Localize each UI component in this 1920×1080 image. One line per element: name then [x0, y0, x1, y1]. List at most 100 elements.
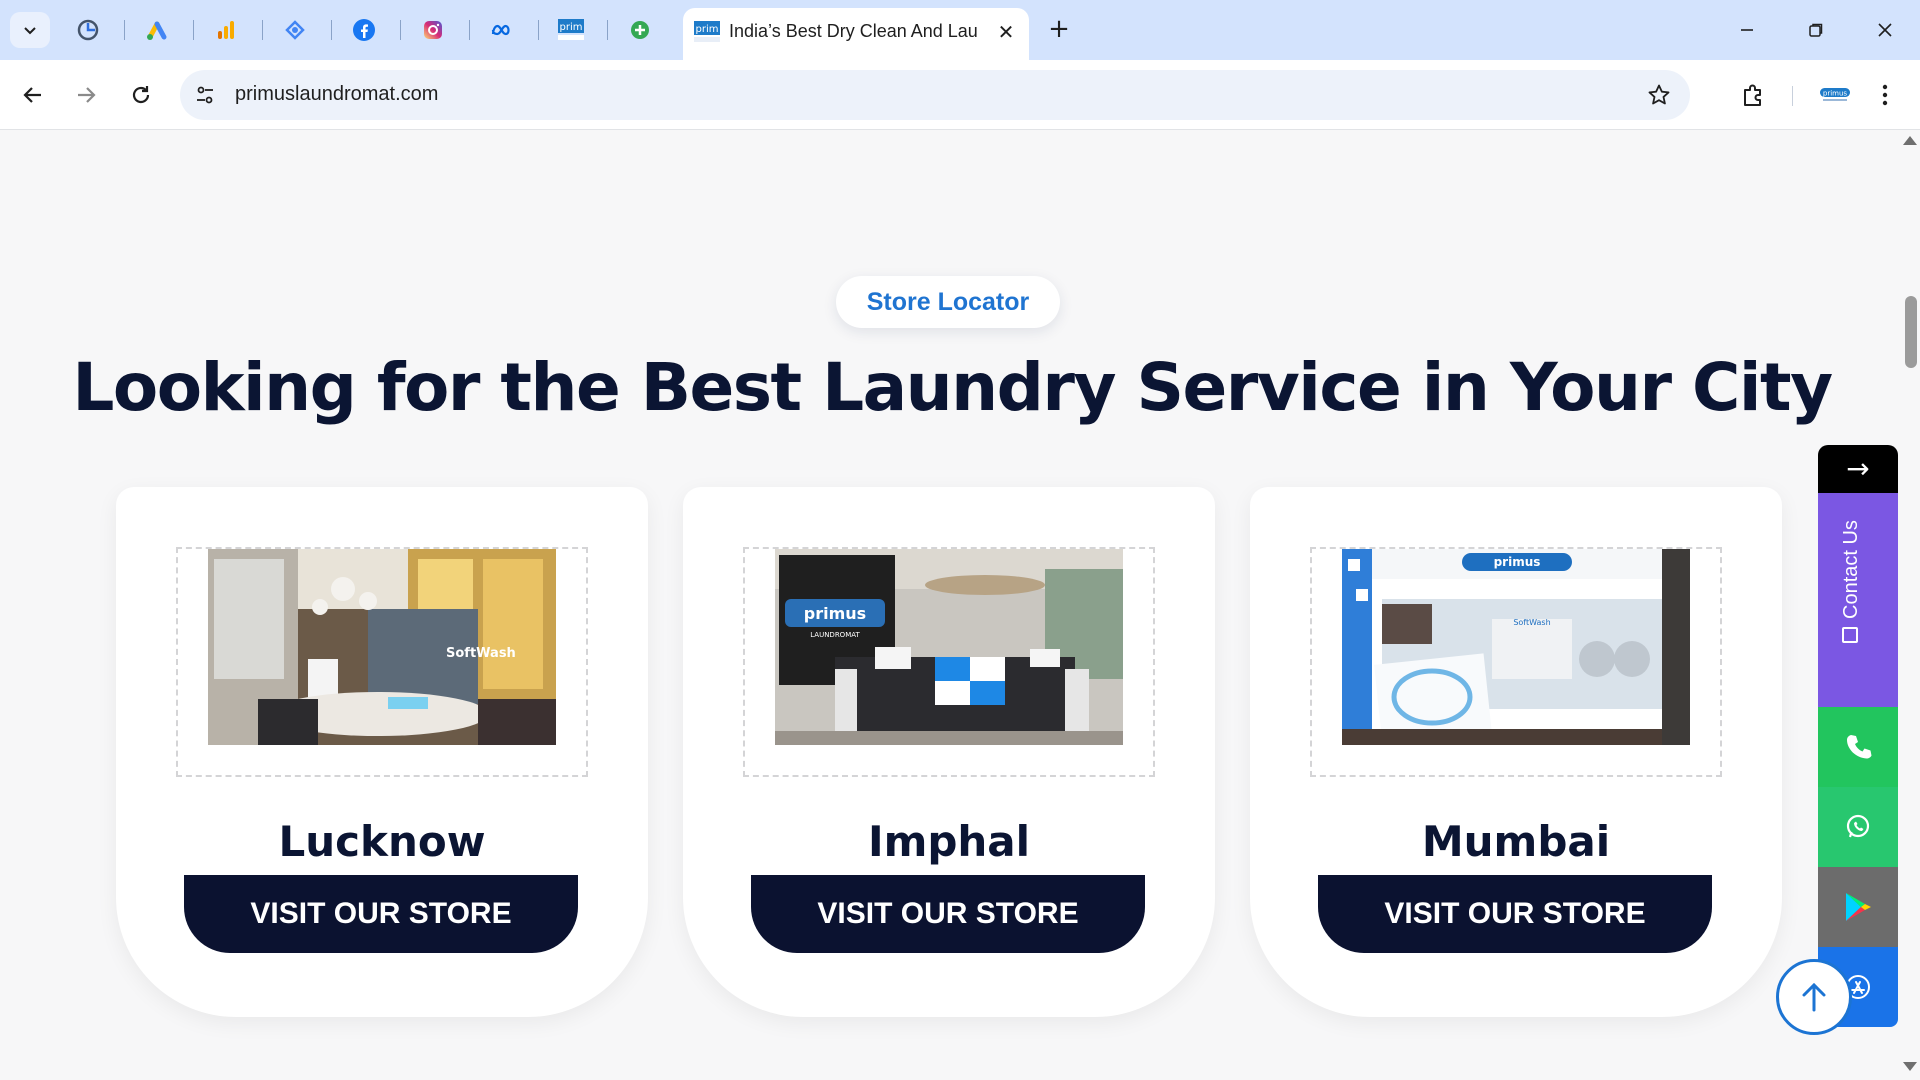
restore-button[interactable]: [1793, 10, 1839, 50]
phone-icon: [1847, 735, 1872, 759]
tab-separator: [607, 20, 608, 40]
svg-text:primus: primus: [804, 604, 866, 623]
primus-profile-icon: primus: [1820, 88, 1850, 101]
close-window-button[interactable]: [1862, 10, 1908, 50]
active-tab[interactable]: prim India’s Best Dry Clean And Laundry …: [683, 8, 1029, 60]
store-photo-imphal: primus LAUNDROMAT: [775, 549, 1123, 745]
collapse-sidebar-button[interactable]: →: [1818, 445, 1898, 493]
toolbar-separator: [1792, 86, 1793, 106]
tab-separator: [469, 20, 470, 40]
store-city-name: Lucknow: [278, 817, 486, 866]
star-icon: [1648, 84, 1670, 105]
google-ads-icon: [147, 21, 167, 40]
new-tab-button[interactable]: +: [1044, 14, 1074, 44]
tab-separator: [124, 20, 125, 40]
svg-text:primus: primus: [1494, 555, 1541, 569]
pinned-tab-3[interactable]: [210, 14, 242, 46]
more-vert-icon: [1882, 84, 1888, 106]
add-circle-icon: [631, 21, 649, 39]
phone-button[interactable]: [1818, 707, 1898, 787]
tab-search-button[interactable]: [10, 12, 50, 48]
scroll-down-arrow[interactable]: [1903, 1062, 1917, 1071]
scrollbar-thumb[interactable]: [1905, 296, 1917, 368]
pinned-tab-2[interactable]: [141, 14, 173, 46]
site-info-button[interactable]: [192, 82, 218, 108]
svg-text:prim: prim: [560, 22, 583, 33]
store-city-name: Mumbai: [1421, 817, 1611, 866]
tab-title: India’s Best Dry Clean And Laundry: [729, 21, 979, 41]
reload-icon: [132, 86, 150, 104]
restore-icon: [1809, 23, 1823, 37]
visit-store-button-imphal[interactable]: VISIT OUR STORE: [751, 875, 1145, 953]
url-text[interactable]: primuslaundromat.com: [235, 83, 438, 106]
search-console-icon: [285, 20, 305, 40]
store-photo-lucknow: SoftWash: [208, 549, 556, 745]
page-title: Looking for the Best Laundry Service in …: [72, 349, 1833, 426]
store-photo-mumbai: primus SoftWash: [1342, 549, 1690, 745]
instagram-icon: [424, 21, 442, 39]
pinned-tab-1[interactable]: [72, 14, 104, 46]
puzzle-icon: [1744, 84, 1761, 106]
contact-us-button[interactable]: Contact Us: [1818, 493, 1898, 707]
google-play-button[interactable]: [1818, 867, 1898, 947]
chevron-down-icon: [24, 27, 36, 35]
contact-us-text: Contact Us: [1840, 520, 1862, 619]
tab-separator: [538, 20, 539, 40]
store-card-lucknow: SoftWash Lucknow VISIT OUR STORE: [116, 487, 648, 1017]
menu-button[interactable]: [1870, 78, 1900, 112]
profile-button[interactable]: primus: [1815, 78, 1855, 112]
tab-close-button[interactable]: ✕: [993, 19, 1019, 45]
pinned-tab-4[interactable]: [279, 14, 311, 46]
arrow-left-icon: [23, 87, 41, 103]
pinned-tab-8[interactable]: prim: [555, 14, 587, 46]
svg-text:primus: primus: [1823, 90, 1848, 98]
scroll-up-arrow[interactable]: [1903, 136, 1917, 145]
google-play-icon: [1846, 893, 1871, 921]
extensions-button[interactable]: [1737, 78, 1771, 112]
svg-text:SoftWash: SoftWash: [1513, 618, 1550, 627]
tab-separator: [193, 20, 194, 40]
contact-us-label: Contact Us: [1840, 520, 1863, 643]
whatsapp-icon: [1846, 814, 1870, 838]
pinned-tab-7[interactable]: [486, 14, 518, 46]
tab-separator: [262, 20, 263, 40]
store-photo-mumbai-image: primus SoftWash: [1342, 549, 1690, 745]
tune-icon: [197, 86, 213, 104]
store-photo-frame: primus SoftWash: [1310, 547, 1722, 777]
pinned-tab-9[interactable]: [624, 14, 656, 46]
meta-icon: [491, 24, 510, 36]
floating-action-bar: → Contact Us: [1818, 445, 1898, 1027]
svg-text:prim: prim: [696, 24, 719, 35]
bookmark-button[interactable]: [1646, 82, 1672, 108]
visit-store-button-mumbai[interactable]: VISIT OUR STORE: [1318, 875, 1712, 953]
forward-button[interactable]: [67, 76, 105, 114]
store-photo-frame: SoftWash: [176, 547, 588, 777]
browser-toolbar: primuslaundromat.com primus: [0, 60, 1920, 130]
tab-separator: [331, 20, 332, 40]
arrow-right-icon: [78, 87, 96, 103]
primus-icon: prim: [558, 19, 584, 40]
store-card-imphal: primus LAUNDROMAT Imphal VISIT OUR STORE: [683, 487, 1215, 1017]
minimize-icon: [1741, 29, 1753, 31]
reload-button[interactable]: [122, 76, 160, 114]
pinned-tab-6[interactable]: [417, 14, 449, 46]
facebook-icon: [353, 19, 375, 41]
minimize-button[interactable]: [1724, 10, 1770, 50]
address-bar[interactable]: primuslaundromat.com: [180, 70, 1690, 120]
page-viewport: Store Locator Looking for the Best Laund…: [0, 131, 1904, 1080]
back-button[interactable]: [14, 76, 52, 114]
analytics-icon: [218, 21, 234, 39]
tab-separator: [400, 20, 401, 40]
pinned-tab-5[interactable]: [348, 14, 380, 46]
store-city-name: Imphal: [867, 817, 1031, 866]
visit-store-button-lucknow[interactable]: VISIT OUR STORE: [184, 875, 578, 953]
scroll-to-top-button[interactable]: [1776, 959, 1852, 1035]
primus-favicon-icon: prim: [694, 21, 720, 42]
chart-app-icon: [77, 19, 99, 41]
whatsapp-button[interactable]: [1818, 787, 1898, 867]
page-scrollbar[interactable]: [1904, 131, 1920, 1080]
store-locator-badge: Store Locator: [836, 276, 1060, 328]
store-card-mumbai: primus SoftWash Mumbai VISIT OUR STORE: [1250, 487, 1782, 1017]
store-photo-frame: primus LAUNDROMAT: [743, 547, 1155, 777]
arrow-up-icon: [1802, 982, 1826, 1012]
